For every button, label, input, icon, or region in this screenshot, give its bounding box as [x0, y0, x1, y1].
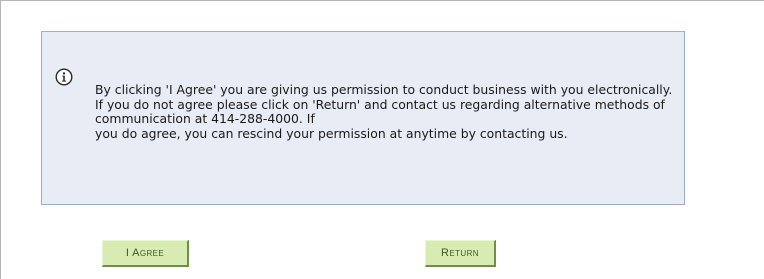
- content-frame: By clicking 'I Agree' you are giving us …: [0, 0, 764, 279]
- notice-line-return-contact: If you do not agree please click on 'Ret…: [95, 96, 665, 126]
- notice-message: By clicking 'I Agree' you are giving us …: [95, 82, 680, 141]
- i-agree-button[interactable]: I Agree: [102, 240, 189, 267]
- notice-line-rescind: you do agree, you can rescind your permi…: [95, 125, 568, 141]
- consent-notice-box: By clicking 'I Agree' you are giving us …: [41, 31, 685, 205]
- notice-line-consent: By clicking 'I Agree' you are giving us …: [95, 82, 673, 97]
- info-icon: [55, 68, 73, 86]
- return-button[interactable]: Return: [425, 240, 496, 267]
